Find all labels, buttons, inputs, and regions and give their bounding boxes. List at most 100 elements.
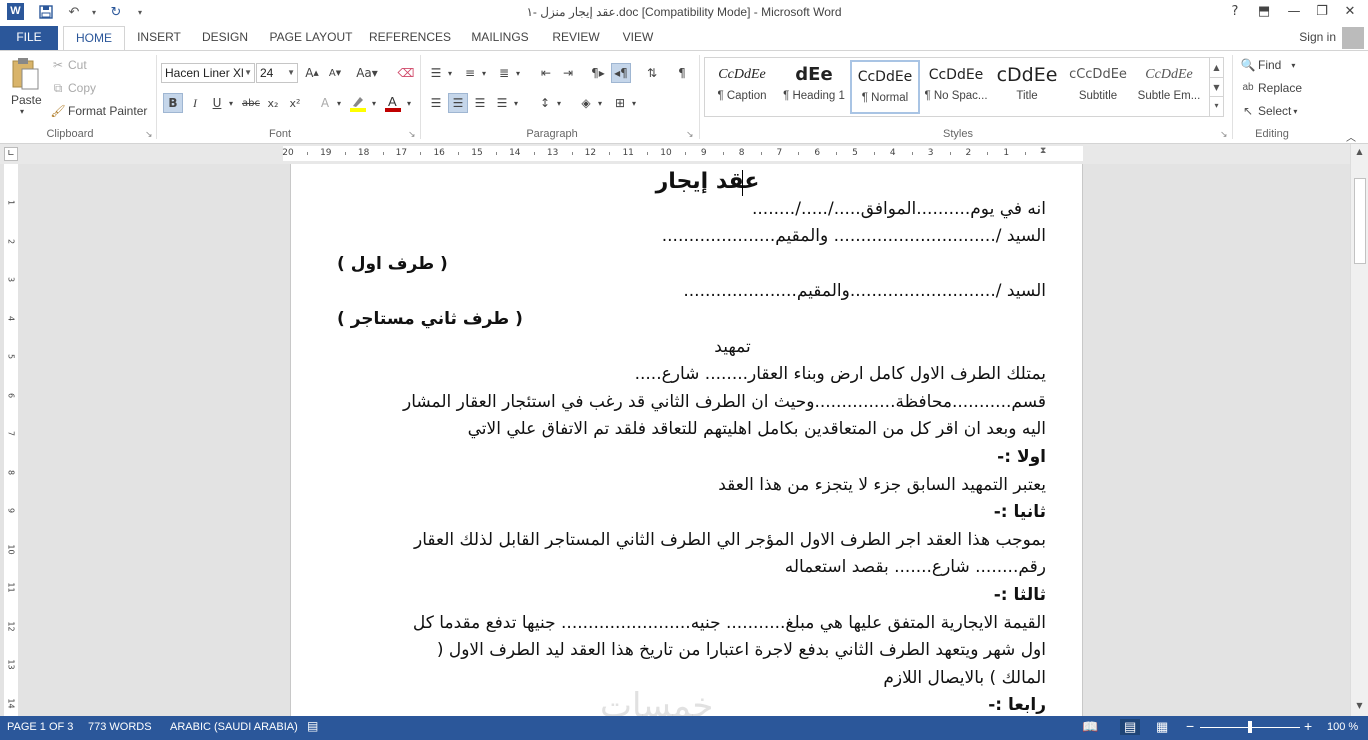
- tab-page-layout[interactable]: PAGE LAYOUT: [262, 26, 360, 50]
- zoom-out-button[interactable]: −: [1186, 718, 1194, 734]
- vertical-scrollbar[interactable]: ▲ ▼: [1350, 144, 1368, 716]
- document-line[interactable]: رابعا :-: [988, 692, 1046, 716]
- tab-references[interactable]: REFERENCES: [366, 26, 454, 50]
- styles-launcher-icon[interactable]: ↘: [1220, 129, 1228, 140]
- indent-marker-icon[interactable]: ⧗: [1040, 146, 1046, 156]
- underline-button[interactable]: U: [207, 93, 227, 113]
- document-line[interactable]: يمتلك الطرف الاول كامل ارض وبناء العقار.…: [635, 361, 1046, 388]
- style-subtitle[interactable]: cCcDdEe Subtitle: [1063, 60, 1133, 114]
- shading-dropdown-icon[interactable]: ▾: [594, 93, 606, 113]
- document-line[interactable]: اليه وبعد ان اقر كل من المتعاقدين بكامل …: [468, 416, 1046, 443]
- restore-button[interactable]: ❐: [1308, 0, 1336, 24]
- sign-in-link[interactable]: Sign in: [1299, 30, 1336, 44]
- tab-review[interactable]: REVIEW: [546, 26, 606, 50]
- subscript-button[interactable]: x₂: [263, 93, 283, 113]
- page-count[interactable]: PAGE 1 OF 3: [7, 721, 73, 733]
- document-line[interactable]: ثانيا :-: [994, 499, 1046, 526]
- highlight-dropdown-icon[interactable]: ▾: [368, 93, 380, 113]
- close-button[interactable]: ✕: [1336, 0, 1364, 24]
- tab-home[interactable]: HOME: [63, 26, 125, 51]
- ltr-direction-icon[interactable]: ¶▸: [588, 63, 608, 83]
- web-layout-icon[interactable]: ▦: [1156, 719, 1168, 735]
- minimize-button[interactable]: —: [1280, 0, 1308, 24]
- scroll-thumb[interactable]: [1354, 178, 1366, 264]
- style-title[interactable]: cDdEe Title: [992, 60, 1062, 114]
- italic-button[interactable]: I: [185, 93, 205, 113]
- document-line[interactable]: يعتبر التمهيد السابق جزء لا يتجزء من هذا…: [718, 472, 1046, 499]
- sort-icon[interactable]: ⇅: [642, 63, 662, 83]
- document-line[interactable]: بموجب هذا العقد اجر الطرف الاول المؤجر ا…: [414, 527, 1046, 554]
- format-painter-button[interactable]: 🖌 Format Painter: [50, 103, 147, 119]
- document-page[interactable]: عقد إيجار انه في يوم..........الموافق....…: [290, 164, 1083, 716]
- font-launcher-icon[interactable]: ↘: [408, 129, 416, 140]
- align-left-icon[interactable]: ☰: [426, 93, 446, 113]
- numbering-icon[interactable]: ≡: [460, 63, 480, 83]
- tab-insert[interactable]: INSERT: [130, 26, 188, 50]
- change-case-icon[interactable]: Aa▾: [353, 63, 381, 83]
- help-button[interactable]: ?: [1221, 0, 1249, 24]
- numbering-dropdown-icon[interactable]: ▾: [478, 63, 490, 83]
- multilevel-list-icon[interactable]: ≣: [494, 63, 514, 83]
- style-caption[interactable]: CcDdEe ¶ Caption: [707, 60, 777, 114]
- font-size-combo[interactable]: 24 ▼: [256, 63, 298, 83]
- justify-icon[interactable]: ☰: [492, 93, 512, 113]
- document-line[interactable]: انه في يوم..........الموافق...../...../.…: [752, 196, 1046, 223]
- rtl-direction-icon[interactable]: ◂¶: [611, 63, 631, 83]
- replace-button[interactable]: ab Replace: [1240, 80, 1302, 96]
- decrease-indent-icon[interactable]: ⇤: [536, 63, 556, 83]
- multilevel-dropdown-icon[interactable]: ▾: [512, 63, 524, 83]
- strikethrough-button[interactable]: abc: [240, 93, 262, 113]
- document-line[interactable]: ثالثا :-: [994, 582, 1046, 609]
- text-effects-icon[interactable]: A: [315, 93, 335, 113]
- font-name-combo[interactable]: Hacen Liner Xl ▼: [161, 63, 255, 83]
- align-center-icon[interactable]: ☰: [448, 93, 468, 113]
- vertical-ruler[interactable]: 1 2 3 4 5 6 7 8 9 10 11 12 13 14: [4, 164, 18, 716]
- bullets-icon[interactable]: ☰: [426, 63, 446, 83]
- shading-icon[interactable]: ◈: [576, 93, 596, 113]
- tab-file[interactable]: FILE: [0, 26, 58, 50]
- tab-design[interactable]: DESIGN: [195, 26, 255, 50]
- document-line[interactable]: قسم...........محافظة...............وحيث …: [403, 389, 1046, 416]
- line-spacing-icon[interactable]: ↕: [535, 93, 555, 113]
- word-count[interactable]: 773 WORDS: [88, 721, 152, 733]
- tab-view[interactable]: VIEW: [614, 26, 662, 50]
- bullets-dropdown-icon[interactable]: ▾: [444, 63, 456, 83]
- document-line[interactable]: السيد /.............................. وا…: [662, 223, 1046, 250]
- align-right-icon[interactable]: ☰: [470, 93, 490, 113]
- read-mode-icon[interactable]: 📖: [1082, 719, 1098, 735]
- cut-button[interactable]: ✂ Cut: [50, 57, 87, 73]
- tab-mailings[interactable]: MAILINGS: [462, 26, 538, 50]
- document-line[interactable]: القيمة الايجارية المتفق عليها هي مبلغ...…: [413, 610, 1046, 637]
- document-line[interactable]: السيد /...........................والمقي…: [683, 278, 1046, 305]
- document-line[interactable]: اول شهر ويتعهد الطرف الثاني بدفع لاجرة ا…: [437, 637, 1046, 664]
- document-line[interactable]: ( طرف اول ): [337, 251, 448, 278]
- style-normal[interactable]: CcDdEe ¶ Normal: [850, 60, 920, 114]
- line-spacing-dropdown-icon[interactable]: ▾: [553, 93, 565, 113]
- scroll-up-icon[interactable]: ▲: [1351, 144, 1368, 160]
- zoom-in-button[interactable]: +: [1304, 718, 1312, 734]
- tab-selector-icon[interactable]: ∟: [4, 147, 18, 161]
- style-heading-1[interactable]: dEe ¶ Heading 1: [779, 60, 849, 114]
- font-color-button[interactable]: A: [383, 93, 403, 113]
- style-no-spacing[interactable]: CcDdEe ¶ No Spac...: [921, 60, 991, 114]
- font-color-dropdown-icon[interactable]: ▾: [403, 93, 415, 113]
- zoom-level[interactable]: 100 %: [1327, 721, 1358, 733]
- borders-icon[interactable]: ⊞: [610, 93, 630, 113]
- styles-scroll[interactable]: ▲ ▼ ▾: [1209, 58, 1223, 116]
- clipboard-launcher-icon[interactable]: ↘: [145, 129, 153, 140]
- document-line[interactable]: اولا :-: [997, 444, 1046, 471]
- clear-formatting-icon[interactable]: ⌫: [396, 63, 416, 83]
- zoom-slider-knob[interactable]: [1248, 721, 1252, 733]
- borders-dropdown-icon[interactable]: ▾: [628, 93, 640, 113]
- select-button[interactable]: ↖ Select ▾: [1240, 103, 1297, 119]
- text-effects-dropdown-icon[interactable]: ▾: [333, 93, 345, 113]
- user-avatar-icon[interactable]: [1342, 27, 1364, 49]
- underline-dropdown-icon[interactable]: ▾: [225, 93, 237, 113]
- document-line[interactable]: المالك ) بالايصال اللازم: [883, 665, 1046, 692]
- copy-button[interactable]: ⧉ Copy: [50, 80, 96, 96]
- style-subtle-emphasis[interactable]: CcDdEe Subtle Em...: [1134, 60, 1204, 114]
- collapse-ribbon-icon[interactable]: ︿: [1346, 129, 1356, 144]
- find-button[interactable]: 🔍 Find ▾: [1240, 57, 1296, 73]
- document-line[interactable]: تمهيد: [291, 334, 1084, 361]
- document-heading[interactable]: عقد إيجار: [291, 168, 1084, 195]
